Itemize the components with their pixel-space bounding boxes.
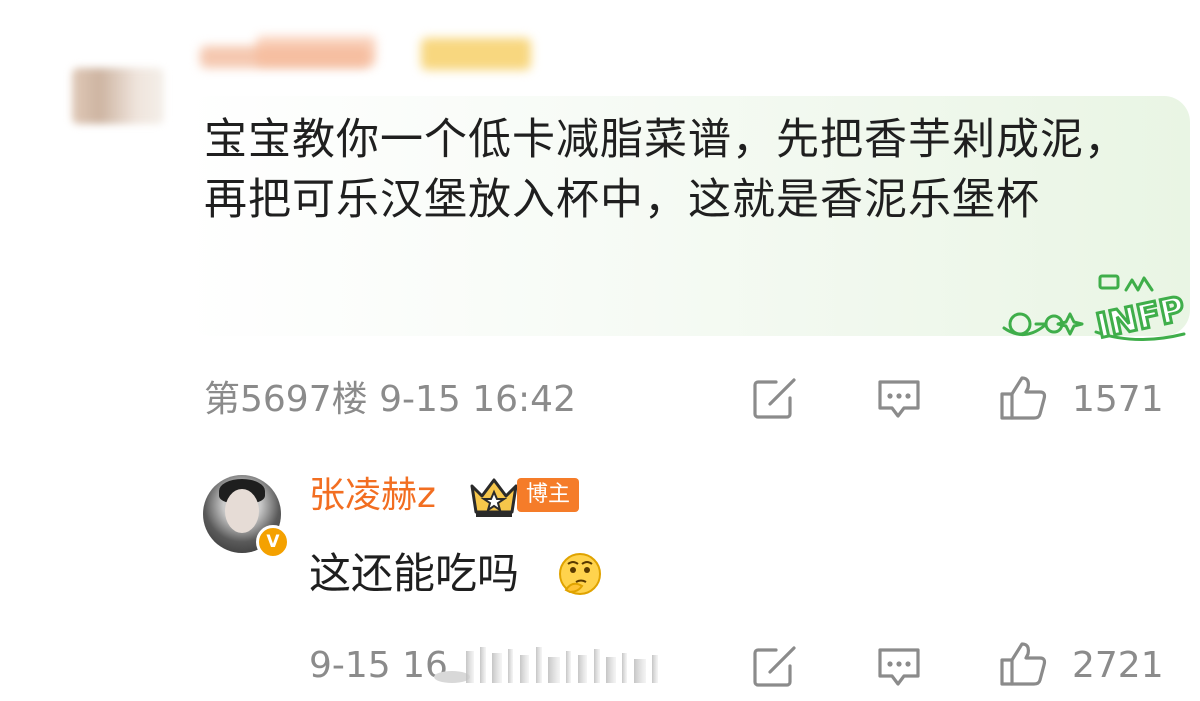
verified-badge: V [256,525,290,559]
edit-icon[interactable] [752,378,798,420]
comment-icon[interactable] [876,646,922,688]
commenter-avatar-blurred[interactable] [72,68,164,124]
floor-number: 第5697楼 [204,379,368,420]
infp-label: INFP [1093,289,1186,347]
crown-icon [470,478,518,517]
comment-icon[interactable] [876,378,922,420]
reply-like-count: 2721 [1072,645,1164,686]
comment-like-count: 1571 [1072,379,1164,420]
edit-icon[interactable] [752,646,798,688]
comment-time: 9-15 16:42 [379,379,576,420]
watermark-blur [434,647,658,683]
infp-sticker: INFP [1002,274,1186,348]
comment-meta: 第5697楼 9-15 16:42 [204,380,576,420]
thumbs-up-icon[interactable] [998,640,1048,688]
reply-text: 这还能吃吗 [309,549,520,598]
thinking-emoji-icon [559,553,601,595]
comment-text: 宝宝教你一个低卡减脂菜谱，先把香芋剁成泥，再把可乐汉堡放入杯中，这就是香泥乐堡杯 [204,115,1128,225]
thumbs-up-icon[interactable] [998,374,1048,422]
reply-author-name[interactable]: 张凌赫z [309,474,436,518]
blogger-badge: 博主 [517,478,579,512]
commenter-name-blurred [196,28,546,80]
